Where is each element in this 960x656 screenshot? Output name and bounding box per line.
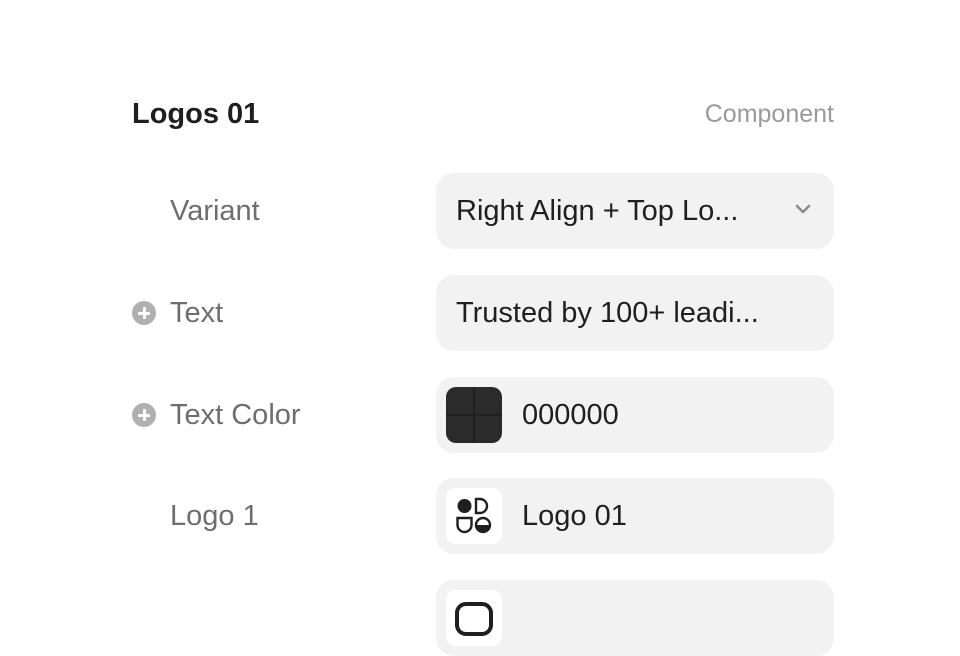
- logo-picker-partial[interactable]: [436, 580, 834, 656]
- property-row-partial: [132, 580, 834, 656]
- text-color-value: 000000: [522, 399, 619, 431]
- variant-dropdown[interactable]: Right Align + Top Lo...: [436, 173, 834, 249]
- chevron-down-icon: [795, 204, 811, 214]
- property-row-text-color: Text Color 000000: [132, 377, 834, 453]
- component-title: Logos 01: [132, 98, 260, 130]
- logo-1-picker[interactable]: Logo 01: [436, 478, 834, 554]
- text-field[interactable]: Trusted by 100+ leadi...: [436, 275, 834, 351]
- logo-icon: [446, 590, 502, 646]
- text-color-field[interactable]: 000000: [436, 377, 834, 453]
- logo-01-icon: [446, 488, 502, 544]
- property-label-variant: Variant: [170, 195, 260, 227]
- add-icon[interactable]: [132, 403, 156, 427]
- property-row-text: Text Trusted by 100+ leadi...: [132, 275, 834, 351]
- color-swatch[interactable]: [446, 387, 502, 443]
- property-label-text-color: Text Color: [170, 399, 301, 431]
- property-label-text: Text: [170, 297, 224, 329]
- component-kind-label: Component: [704, 100, 834, 128]
- variant-value: Right Align + Top Lo...: [456, 195, 739, 227]
- panel-header: Logos 01 Component: [132, 92, 834, 136]
- text-value: Trusted by 100+ leadi...: [456, 297, 759, 329]
- add-icon[interactable]: [132, 301, 156, 325]
- property-row-variant: Variant Right Align + Top Lo...: [132, 173, 834, 249]
- logo-1-value: Logo 01: [522, 500, 627, 532]
- property-row-logo-1: Logo 1 Logo 01: [132, 478, 834, 554]
- property-label-logo-1: Logo 1: [170, 500, 259, 532]
